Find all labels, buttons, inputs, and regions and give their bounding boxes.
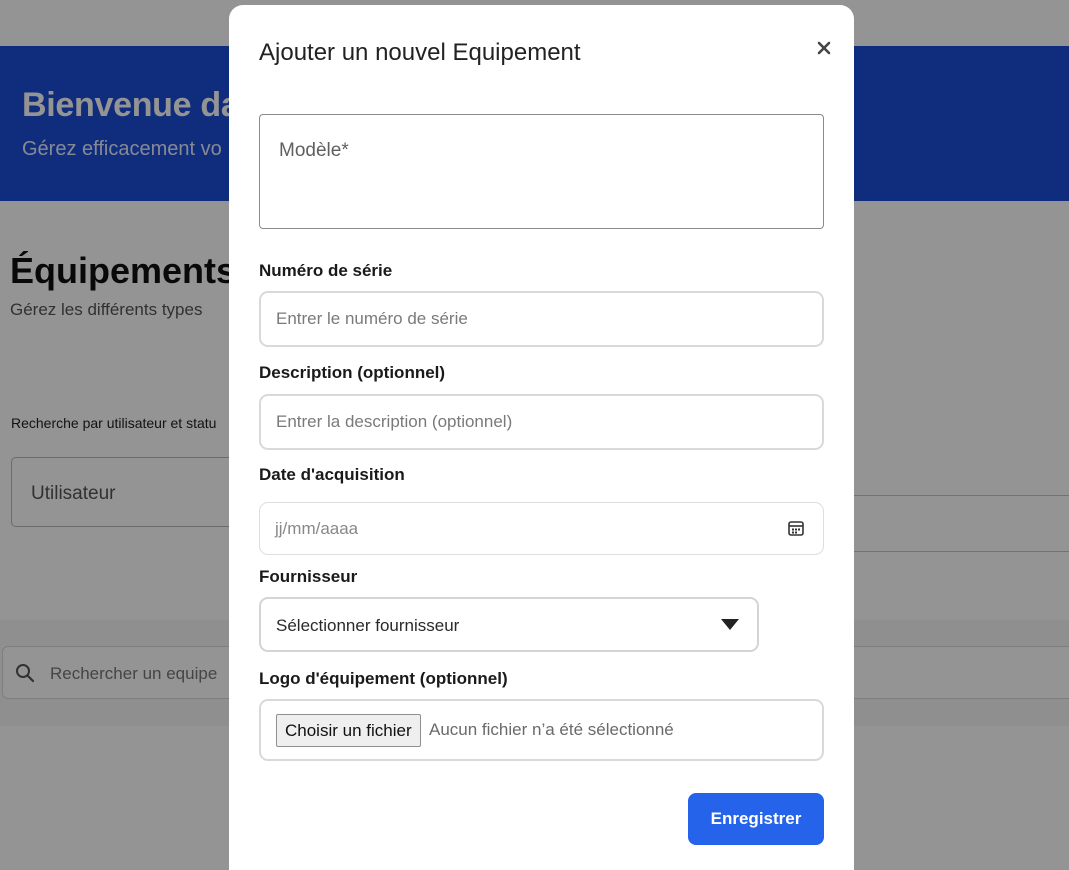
supplier-select[interactable]: Sélectionner fournisseur bbox=[259, 597, 759, 652]
supplier-selected-value: Sélectionner fournisseur bbox=[276, 616, 460, 635]
choose-file-button[interactable]: Choisir un fichier bbox=[276, 714, 421, 747]
serial-number-label: Numéro de série bbox=[259, 261, 393, 280]
serial-number-input[interactable] bbox=[259, 291, 824, 347]
supplier-label: Fournisseur bbox=[259, 567, 358, 586]
add-equipment-modal: Ajouter un nouvel Equipement Modèle* Num… bbox=[229, 5, 854, 870]
caret-down-icon bbox=[721, 619, 739, 630]
description-input[interactable] bbox=[259, 394, 824, 450]
calendar-icon[interactable] bbox=[787, 519, 805, 537]
description-label: Description (optionnel) bbox=[259, 363, 446, 382]
close-icon[interactable] bbox=[813, 37, 835, 59]
acquisition-date-placeholder: jj/mm/aaaa bbox=[275, 519, 359, 538]
file-status-text: Aucun fichier n’a été sélectionné bbox=[429, 720, 674, 739]
modal-title: Ajouter un nouvel Equipement bbox=[259, 39, 581, 66]
logo-file-input: Choisir un fichier Aucun fichier n’a été… bbox=[259, 699, 824, 761]
save-button[interactable]: Enregistrer bbox=[688, 793, 824, 845]
modele-field[interactable]: Modèle* bbox=[259, 114, 824, 229]
logo-label: Logo d'équipement (optionnel) bbox=[259, 669, 508, 688]
modele-field-label: Modèle* bbox=[279, 140, 349, 161]
acquisition-date-label: Date d'acquisition bbox=[259, 465, 405, 484]
acquisition-date-input[interactable]: jj/mm/aaaa bbox=[259, 502, 824, 555]
